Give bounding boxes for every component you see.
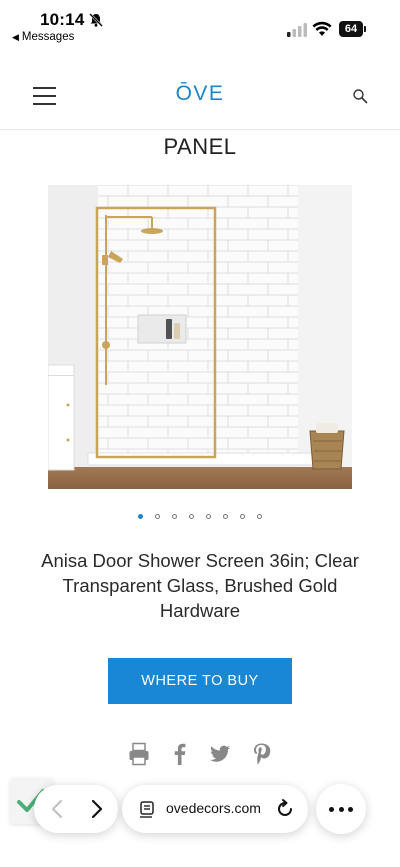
more-dot-icon [338, 807, 344, 812]
browser-toolbar: ovedecors.com [0, 770, 400, 867]
battery-nub [364, 26, 366, 32]
carousel-dot[interactable] [257, 514, 262, 519]
more-options-button[interactable] [316, 784, 366, 834]
forward-arrow-icon[interactable] [84, 797, 108, 821]
print-icon[interactable] [128, 742, 150, 766]
back-to-app-link[interactable]: ◀ Messages [12, 31, 74, 43]
facebook-icon[interactable] [169, 742, 191, 766]
battery-level: 64 [339, 21, 363, 37]
back-triangle-icon: ◀ [12, 32, 19, 42]
cellular-signal-icon [287, 23, 307, 37]
wifi-icon [312, 21, 332, 36]
carousel-dot[interactable] [172, 514, 177, 519]
more-dot-icon [348, 807, 353, 812]
carousel-dot[interactable] [223, 514, 228, 519]
navigation-pill [34, 785, 118, 833]
status-bar: 10:14 ◀ Messages 64 [0, 0, 400, 48]
status-time: 10:14 [40, 10, 85, 29]
site-header: ŌVE [0, 64, 400, 130]
battery-indicator: 64 [339, 21, 367, 37]
pinterest-icon[interactable] [250, 742, 272, 766]
reader-mode-icon[interactable] [138, 799, 158, 819]
carousel-dot[interactable] [155, 514, 160, 519]
shower-scene-illustration [48, 185, 352, 489]
carousel-dot[interactable] [138, 514, 143, 519]
carousel-dots [0, 514, 400, 524]
search-icon[interactable] [352, 88, 368, 104]
carousel-dot[interactable] [206, 514, 211, 519]
twitter-icon[interactable] [209, 742, 231, 766]
carousel-dot[interactable] [189, 514, 194, 519]
more-dot-icon [329, 807, 334, 812]
url-text: ovedecors.com [166, 800, 261, 816]
where-to-buy-button[interactable]: WHERE TO BUY [108, 658, 292, 704]
product-name: Anisa Door Shower Screen 36in; Clear Tra… [41, 550, 359, 621]
page-title: PANEL [163, 134, 237, 159]
carousel-dot[interactable] [240, 514, 245, 519]
product-image[interactable] [48, 185, 352, 489]
bell-muted-icon [89, 13, 103, 27]
reload-icon[interactable] [274, 798, 296, 820]
brand-logo[interactable]: ŌVE [0, 82, 400, 106]
back-app-label: Messages [21, 31, 75, 43]
back-arrow-icon[interactable] [46, 797, 70, 821]
share-row [0, 742, 400, 768]
address-bar[interactable]: ovedecors.com [122, 785, 308, 833]
